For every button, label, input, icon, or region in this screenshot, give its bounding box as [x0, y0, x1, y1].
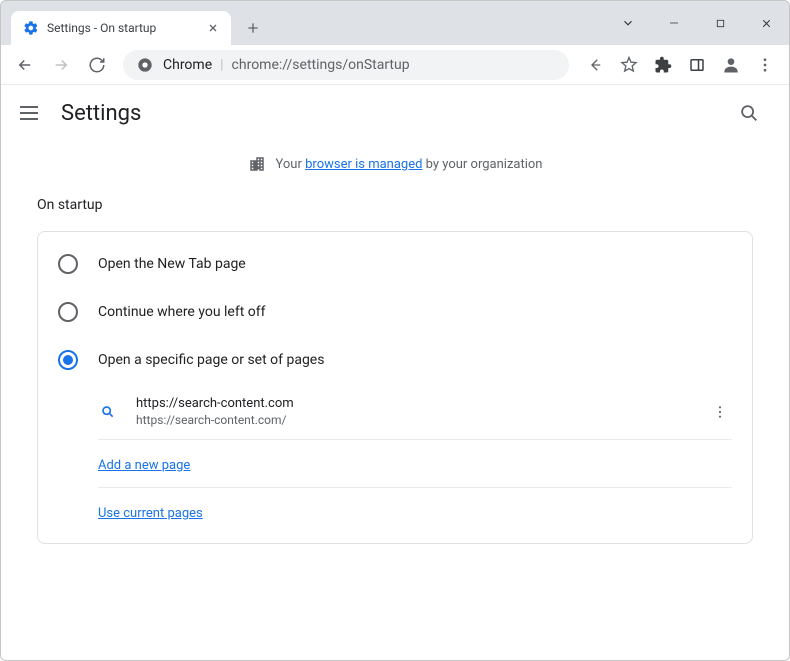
close-window-button[interactable]: [743, 7, 789, 39]
hamburger-icon[interactable]: [17, 101, 41, 125]
window-controls: [605, 1, 789, 45]
radio-specific-pages[interactable]: Open a specific page or set of pages: [38, 336, 752, 384]
sidepanel-icon[interactable]: [681, 49, 713, 81]
radio-label: Open the New Tab page: [98, 256, 246, 272]
profile-icon[interactable]: [715, 49, 747, 81]
radio-label: Continue where you left off: [98, 304, 266, 320]
close-icon[interactable]: [205, 20, 221, 36]
managed-banner: Your browser is managed by your organiza…: [1, 141, 789, 191]
tab-title: Settings - On startup: [47, 21, 197, 35]
menu-icon[interactable]: [749, 49, 781, 81]
star-icon[interactable]: [613, 49, 645, 81]
minimize-button[interactable]: [651, 7, 697, 39]
radio-continue[interactable]: Continue where you left off: [38, 288, 752, 336]
back-button[interactable]: [9, 49, 41, 81]
search-icon[interactable]: [737, 101, 761, 125]
radio-icon: [58, 254, 78, 274]
forward-button[interactable]: [45, 49, 77, 81]
managed-text: Your browser is managed by your organiza…: [276, 157, 543, 172]
search-icon: [98, 402, 118, 422]
use-current-link[interactable]: Use current pages: [98, 506, 203, 521]
reload-button[interactable]: [81, 49, 113, 81]
page-title: Settings: [61, 101, 141, 126]
extensions-icon[interactable]: [647, 49, 679, 81]
startup-card: Open the New Tab page Continue where you…: [37, 231, 753, 544]
page-name: https://search-content.com: [136, 396, 690, 411]
chevron-down-icon[interactable]: [605, 7, 651, 39]
addressbar: Chrome | chrome://settings/onStartup: [1, 45, 789, 85]
startup-page-entry: https://search-content.com https://searc…: [98, 384, 732, 440]
omnibox-text: Chrome | chrome://settings/onStartup: [163, 57, 410, 73]
managed-link[interactable]: browser is managed: [305, 157, 422, 172]
page-url: https://search-content.com/: [136, 413, 690, 427]
kebab-menu-icon[interactable]: [708, 400, 732, 424]
gear-icon: [23, 20, 39, 36]
settings-content: Settings Your browser is managed by your…: [1, 85, 789, 660]
radio-icon: [58, 350, 78, 370]
maximize-button[interactable]: [697, 7, 743, 39]
share-icon[interactable]: [579, 49, 611, 81]
new-tab-button[interactable]: [239, 14, 267, 42]
building-icon: [248, 155, 266, 173]
radio-label: Open a specific page or set of pages: [98, 352, 324, 368]
titlebar: Settings - On startup: [1, 1, 789, 45]
startup-pages: https://search-content.com https://searc…: [98, 384, 732, 535]
radio-new-tab[interactable]: Open the New Tab page: [38, 240, 752, 288]
browser-window: Settings - On startup: [0, 0, 790, 661]
use-current-row: Use current pages: [98, 488, 732, 535]
browser-tab[interactable]: Settings - On startup: [11, 11, 231, 45]
add-page-row: Add a new page: [98, 440, 732, 488]
section-title: On startup: [37, 197, 753, 213]
omnibox[interactable]: Chrome | chrome://settings/onStartup: [123, 50, 569, 80]
add-page-link[interactable]: Add a new page: [98, 458, 190, 473]
radio-icon: [58, 302, 78, 322]
settings-header: Settings: [1, 85, 789, 141]
chrome-icon: [137, 57, 153, 73]
